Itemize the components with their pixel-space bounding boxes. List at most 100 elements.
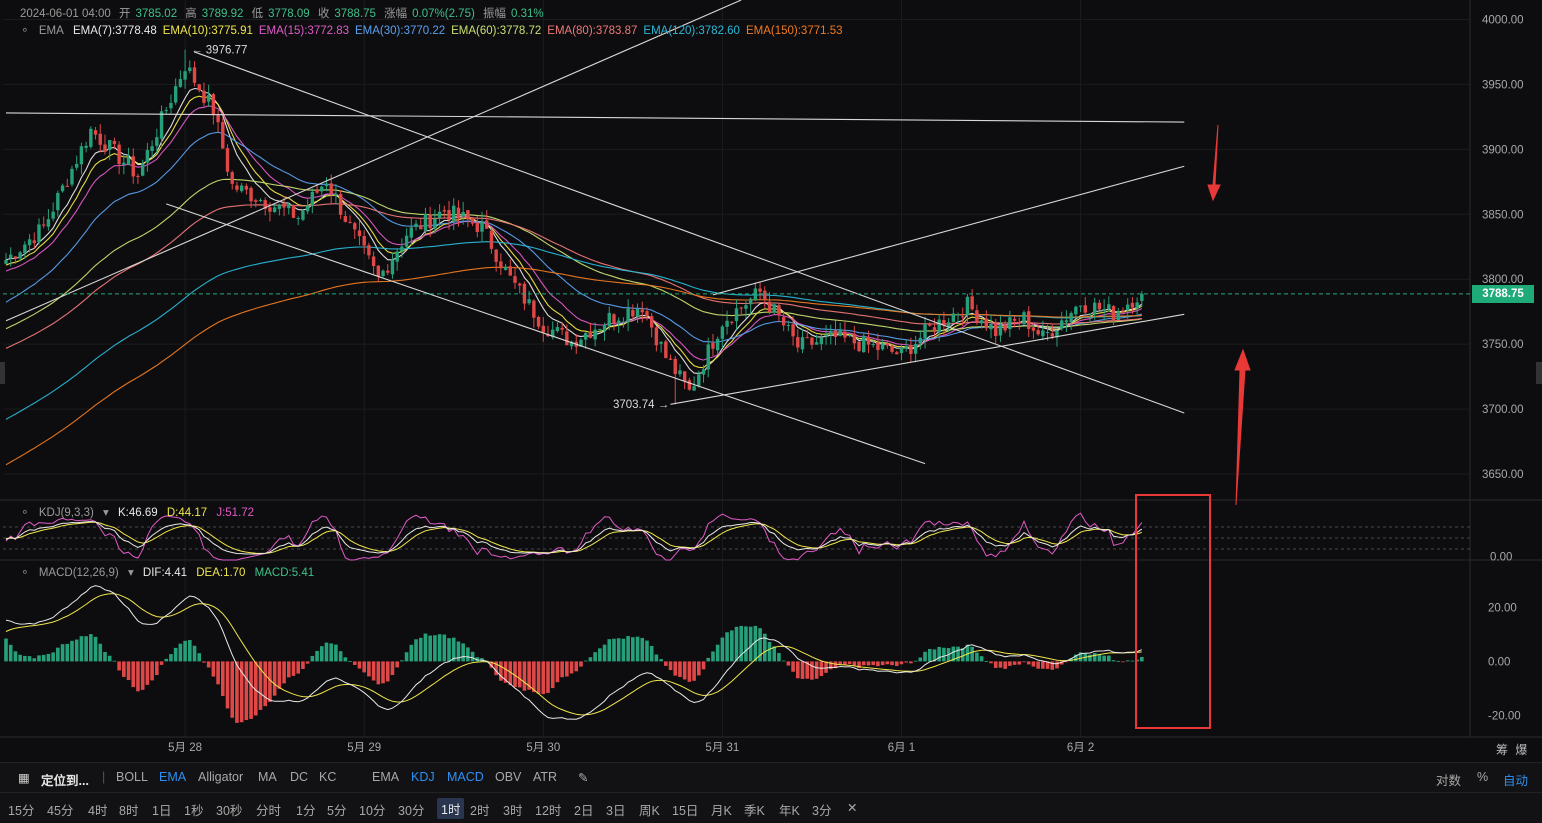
- interval-button[interactable]: 30秒: [216, 800, 242, 819]
- macd-histogram-bar: [423, 633, 428, 662]
- indicator-obv-button[interactable]: OBV: [495, 770, 521, 784]
- log-scale-button[interactable]: 对数: [1436, 770, 1461, 789]
- macd-histogram-bar: [536, 661, 541, 694]
- macd-histogram-bar: [178, 643, 183, 662]
- candle-body: [800, 337, 805, 350]
- interval-button[interactable]: 45分: [47, 800, 73, 819]
- close-icon[interactable]: ✕: [847, 800, 857, 815]
- candle-body: [763, 290, 767, 301]
- interval-button[interactable]: 2时: [470, 800, 489, 819]
- chip-distribution-button[interactable]: 筹: [1496, 743, 1508, 757]
- candle-body: [140, 163, 145, 176]
- indicator-kc-button[interactable]: KC: [319, 770, 336, 784]
- interval-button[interactable]: 1日: [152, 800, 171, 819]
- macd-histogram-bar: [574, 661, 579, 672]
- macd-histogram-bar: [65, 643, 70, 662]
- interval-button[interactable]: 分时: [256, 800, 281, 819]
- interval-button[interactable]: 15分: [8, 800, 34, 819]
- ema-legend-name[interactable]: EMA: [39, 25, 64, 37]
- burst-button[interactable]: 爆: [1515, 743, 1527, 757]
- candle-body: [876, 342, 880, 351]
- left-collapse-handle: [0, 362, 5, 384]
- candle-body: [51, 211, 55, 219]
- macd-histogram-bar: [734, 626, 739, 662]
- candle-body: [414, 223, 418, 227]
- dropdown-caret-icon[interactable]: ▾: [103, 507, 109, 519]
- interval-button[interactable]: 5分: [327, 800, 346, 819]
- axis-tick-label: 5月 29: [347, 742, 381, 754]
- macd-histogram-bar: [744, 626, 748, 662]
- candle-body: [376, 265, 381, 277]
- indicator-ema-button[interactable]: EMA: [159, 770, 186, 784]
- macd-histogram-bar: [635, 636, 640, 662]
- bell-icon[interactable]: ⚬: [20, 507, 30, 519]
- interval-button[interactable]: 1时: [437, 798, 465, 819]
- macd-histogram-bar: [645, 640, 649, 662]
- interval-button[interactable]: 3分: [812, 800, 831, 819]
- bell-icon[interactable]: ⚬: [20, 25, 30, 37]
- candle-body: [9, 254, 13, 259]
- interval-button[interactable]: 1秒: [184, 800, 203, 819]
- candle-body: [781, 317, 786, 326]
- candle-body: [607, 312, 611, 327]
- interval-button[interactable]: 周K: [639, 800, 660, 819]
- interval-button[interactable]: 4时: [88, 800, 107, 819]
- chart-area[interactable]: 4000.003950.003900.003850.003800.003750.…: [0, 0, 1542, 762]
- draw-icon[interactable]: ✎: [578, 770, 588, 785]
- interval-button[interactable]: 15日: [672, 800, 698, 819]
- candle-body: [1111, 306, 1116, 321]
- interval-button[interactable]: 年K: [779, 800, 800, 819]
- interval-button[interactable]: 季K: [744, 800, 765, 819]
- interval-button[interactable]: 3时: [503, 800, 522, 819]
- locate-button[interactable]: 定位到...: [41, 770, 89, 789]
- candle-body: [1097, 302, 1102, 310]
- auto-scale-button[interactable]: 自动: [1503, 770, 1528, 789]
- interval-button[interactable]: 2日: [574, 800, 593, 819]
- interval-button[interactable]: 月K: [711, 800, 732, 819]
- interval-button[interactable]: 1分: [296, 800, 315, 819]
- macd-value: MACD:5.41: [254, 567, 315, 579]
- candle-body: [616, 320, 621, 324]
- candle-body: [593, 329, 597, 340]
- indicator-ma-button[interactable]: MA: [258, 770, 277, 784]
- macd-histogram-bar: [272, 661, 277, 696]
- indicator-kdj-button[interactable]: KDJ: [411, 770, 435, 784]
- interval-button[interactable]: 30分: [398, 800, 424, 819]
- macd-histogram-bar: [715, 644, 720, 662]
- kdj-legend-name[interactable]: KDJ(9,3,3): [39, 507, 94, 519]
- axis-tick-label: 5月 28: [168, 742, 202, 754]
- macd-histogram-bar: [319, 646, 324, 662]
- candle-body: [1064, 320, 1069, 323]
- candle-body: [70, 168, 74, 185]
- candle-body: [814, 342, 819, 345]
- indicator-alligator-button[interactable]: Alligator: [198, 770, 243, 784]
- percent-scale-button[interactable]: %: [1477, 770, 1488, 784]
- candle-body: [301, 210, 305, 220]
- interval-button[interactable]: 8时: [119, 800, 138, 819]
- macd-histogram-bar: [631, 637, 635, 662]
- macd-legend-name[interactable]: MACD(12,26,9): [39, 567, 119, 579]
- indicator-macd-button[interactable]: MACD: [447, 770, 484, 784]
- macd-histogram-bar: [616, 638, 621, 662]
- macd-histogram-bar: [305, 661, 310, 664]
- candle-body: [400, 246, 404, 252]
- calendar-icon[interactable]: ▦: [18, 770, 30, 785]
- interval-button[interactable]: 3日: [606, 800, 625, 819]
- interval-button[interactable]: 12时: [535, 800, 561, 819]
- indicator-atr-button[interactable]: ATR: [533, 770, 557, 784]
- dropdown-caret-icon[interactable]: ▾: [128, 567, 134, 579]
- ema-legend-item: EMA(10):3775.91: [162, 25, 253, 37]
- macd-histogram-bar: [909, 661, 913, 664]
- indicator-boll-button[interactable]: BOLL: [116, 770, 148, 784]
- macd-histogram-bar: [593, 652, 597, 662]
- indicator-dc-button[interactable]: DC: [290, 770, 308, 784]
- candle-body: [871, 343, 875, 346]
- candle-body: [1078, 305, 1083, 307]
- candle-body: [404, 235, 409, 247]
- bell-icon[interactable]: ⚬: [20, 567, 30, 579]
- macd-histogram-bar: [442, 634, 447, 662]
- candle-body: [904, 346, 908, 349]
- indicator-ema-button[interactable]: EMA: [372, 770, 399, 784]
- interval-button[interactable]: 10分: [359, 800, 385, 819]
- candle-body: [631, 310, 635, 317]
